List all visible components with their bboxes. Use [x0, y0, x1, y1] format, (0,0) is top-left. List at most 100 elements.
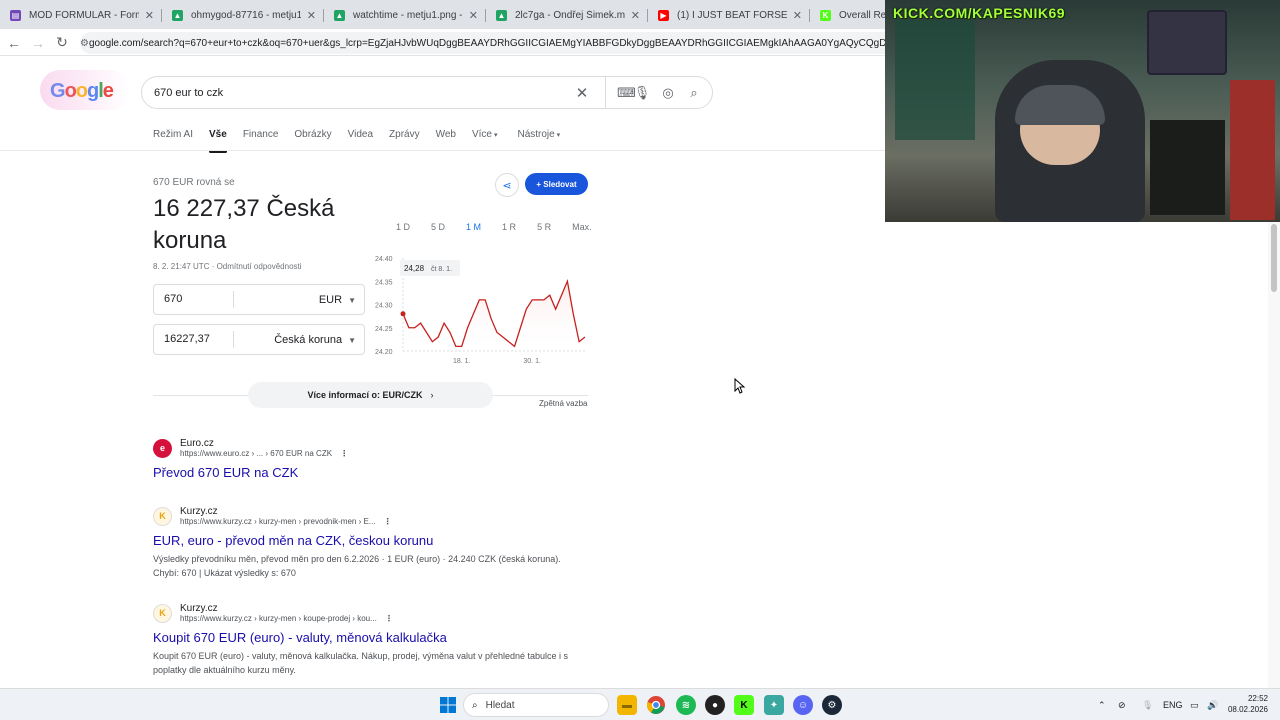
lens-icon[interactable]: ◎ [658, 77, 678, 108]
app-icon[interactable]: ✦ [764, 695, 784, 715]
range-option[interactable]: 1 M [466, 222, 481, 232]
from-currency-box[interactable]: 670 EUR ▼ [153, 284, 365, 315]
follow-button[interactable]: + Sledovat [525, 173, 588, 195]
dropdown-icon: ▼ [348, 335, 356, 345]
taskbar-search[interactable]: ⌕ Hledat [463, 693, 609, 717]
search-tab[interactable]: Finance [243, 129, 279, 151]
tab-favicon-icon: K [820, 10, 831, 21]
exchange-rate-chart[interactable]: 24.40 24.35 24.30 24.25 24.20 18. 1. 30. 1. 24,… [370, 250, 590, 370]
search-tab[interactable]: Nástroje ▾ [517, 129, 560, 151]
result-title-link[interactable]: EUR, euro - převod měn na CZK, českou ko… [153, 533, 593, 548]
keyboard-icon[interactable]: ⌨ [605, 77, 636, 108]
feedback-link[interactable]: Zpětná vazba [539, 399, 587, 408]
result-url: https://www.euro.cz › ... › 670 EUR na C… [180, 449, 333, 458]
search-input[interactable] [154, 86, 574, 99]
reload-icon[interactable]: ↻ [52, 29, 72, 56]
range-option[interactable]: Max. [572, 222, 592, 232]
volume-icon[interactable]: 🔊 [1207, 689, 1218, 720]
browser-tab[interactable]: ▲ 2lc7ga - Ondřej Šimek.mp4 - Disk Google… [486, 2, 648, 29]
address-bar[interactable]: ⚙ google.com/search?q=670+eur+to+czk&oq=… [80, 32, 885, 54]
language-indicator[interactable]: ENG [1163, 689, 1183, 720]
result-title-link[interactable]: Koupit 670 EUR (euro) - valuty, měnová k… [153, 630, 593, 645]
more-options-icon[interactable]: ⋮ [385, 614, 393, 623]
tray-chevron-icon[interactable]: ⌃ [1098, 689, 1106, 720]
result-site-name: Kurzy.cz [180, 603, 218, 614]
site-info-icon[interactable]: ⚙ [80, 38, 89, 49]
discord-icon[interactable]: ☺ [793, 695, 813, 715]
browser-tab[interactable]: ▲ watchtime - metju1.png - Disk Google ✕ [324, 2, 486, 29]
display-icon[interactable]: ▭ [1190, 689, 1199, 720]
search-result: K Kurzy.cz https://www.kurzy.cz › kurzy-me… [153, 603, 593, 677]
tab-title: watchtime - metju1.png - Disk Google [353, 10, 463, 21]
back-icon[interactable]: ← [4, 29, 24, 56]
conversion-result: 16 227,37 Česká koruna [153, 195, 335, 254]
close-tab-icon[interactable]: ✕ [145, 9, 154, 22]
close-tab-icon[interactable]: ✕ [469, 9, 478, 22]
more-options-icon[interactable]: ⋮ [340, 449, 348, 458]
from-currency-select[interactable]: EUR ▼ [234, 294, 364, 306]
tab-title: MOD FORMULAR - Formuláře Google [29, 10, 139, 21]
search-tab[interactable]: Zprávy [389, 129, 420, 151]
range-selector: 1 D 5 D 1 M 1 R 5 R Max. [396, 222, 613, 232]
close-tab-icon[interactable]: ✕ [793, 9, 802, 22]
tab-title: Overall Review [839, 10, 885, 21]
range-option[interactable]: 5 R [537, 222, 551, 232]
steam-icon[interactable]: ⚙ [822, 695, 842, 715]
equals-text: 670 EUR rovná se [153, 177, 235, 188]
basketball-hoop [1147, 10, 1227, 75]
search-box[interactable]: ✕ ⌨ 🎙 ◎ ⌕ [141, 76, 713, 109]
search-tab[interactable]: Web [436, 129, 456, 151]
clear-icon[interactable]: ✕ [572, 77, 592, 108]
google-logo[interactable]: Google [50, 80, 114, 103]
search-icon[interactable]: ⌕ [684, 77, 704, 108]
spotify-icon[interactable]: ≋ [676, 695, 696, 715]
search-tab[interactable]: Vše [209, 129, 227, 153]
tab-favicon-icon: ▲ [172, 10, 183, 21]
scrollbar-thumb[interactable] [1271, 224, 1277, 292]
microphone-icon[interactable]: 🎙 [1142, 689, 1153, 720]
y-tick-label: 24.30 [375, 303, 393, 310]
file-explorer-icon[interactable]: ▬ [617, 695, 637, 715]
obs-icon[interactable]: ● [705, 695, 725, 715]
close-tab-icon[interactable]: ✕ [307, 9, 316, 22]
tooltip-value: 24,28 [404, 264, 425, 273]
browser-tab[interactable]: ▤ MOD FORMULAR - Formuláře Google ✕ [0, 2, 162, 29]
range-option[interactable]: 1 D [396, 222, 410, 232]
x-tick-label: 18. 1. [453, 358, 471, 365]
stream-url-label: KICK.COM/KAPESNIK69 [893, 5, 1066, 21]
search-tab[interactable]: Obrázky [294, 129, 331, 151]
result-source[interactable]: K Kurzy.cz https://www.kurzy.cz › kurzy-me… [153, 506, 593, 526]
result-title-link[interactable]: Převod 670 EUR na CZK [153, 465, 593, 480]
microphone-icon[interactable]: 🎙 [632, 77, 652, 108]
chrome-icon[interactable] [646, 695, 666, 715]
range-option[interactable]: 1 R [502, 222, 516, 232]
share-button[interactable]: ⋖ [495, 173, 519, 197]
browser-tab[interactable]: K Overall Review [810, 2, 885, 29]
more-info-button[interactable]: Více informací o: EUR/CZK › [248, 382, 493, 408]
clock[interactable]: 22:52 08.02.2026 [1226, 693, 1268, 715]
network-off-icon[interactable]: ⊘ [1118, 689, 1126, 720]
more-options-icon[interactable]: ⋮ [383, 517, 391, 526]
kick-icon[interactable]: K [734, 695, 754, 715]
from-amount-input[interactable]: 670 [154, 291, 234, 308]
start-button[interactable] [438, 695, 458, 715]
search-tab[interactable]: Videa [348, 129, 373, 151]
result-site-name: Euro.cz [180, 438, 214, 449]
to-amount-input[interactable]: 16227,37 [154, 331, 234, 348]
to-currency-select[interactable]: Česká koruna ▼ [234, 334, 364, 346]
tab-title: 2lc7ga - Ondřej Šimek.mp4 - Disk Google [515, 10, 625, 21]
result-source[interactable]: e Euro.cz https://www.euro.cz › ... › 670 … [153, 438, 593, 458]
to-currency-box[interactable]: 16227,37 Česká koruna ▼ [153, 324, 365, 355]
forward-icon[interactable]: → [28, 29, 48, 56]
browser-tab[interactable]: ▲ ohmygod-87716 - metju1.mp3 - Disk Googl… [162, 2, 324, 29]
search-tab[interactable]: Režim AI [153, 129, 193, 151]
share-icon: ⋖ [502, 179, 512, 192]
search-tab[interactable]: Více ▾ [472, 129, 497, 151]
close-tab-icon[interactable]: ✕ [631, 9, 640, 22]
plant-decoration [895, 20, 975, 140]
search-tabs: Režim AI Vše Finance Obrázky Videa Zprávy Web V… [153, 129, 576, 153]
browser-tab[interactable]: ▶ (1) I JUST BEAT FORSEN'S MINECRAFT ✕ [648, 2, 810, 29]
result-source[interactable]: K Kurzy.cz https://www.kurzy.cz › kurzy-me… [153, 603, 593, 623]
range-option[interactable]: 5 D [431, 222, 445, 232]
tab-strip: ▤ MOD FORMULAR - Formuláře Google ✕ ▲ ohmygo… [0, 0, 885, 29]
